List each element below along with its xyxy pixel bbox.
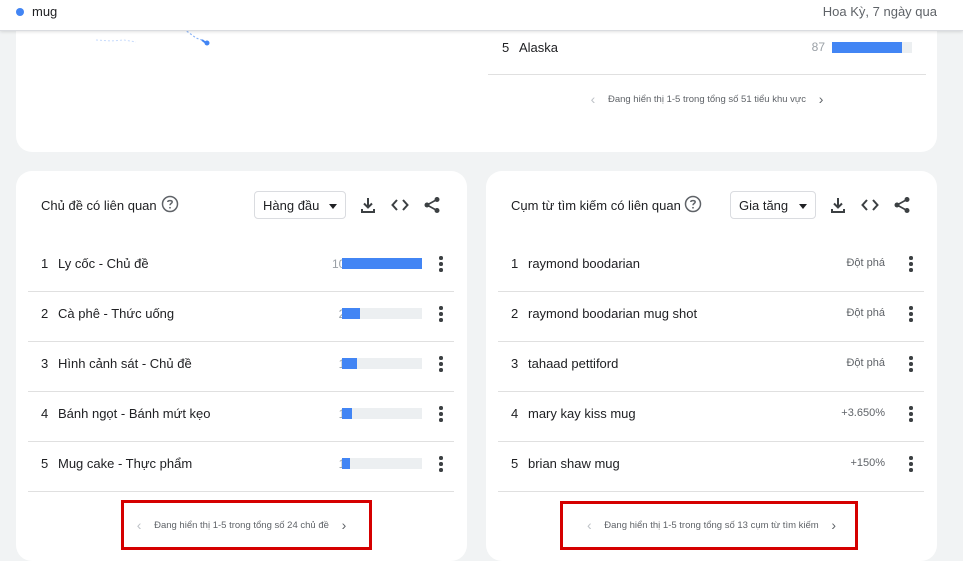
topic-label[interactable]: Ly cốc - Chủ đề: [58, 256, 149, 271]
query-row[interactable]: 4 mary kay kiss mug +3.650%: [498, 391, 924, 442]
share-icon[interactable]: [423, 196, 441, 214]
query-value: Đột phá: [846, 307, 885, 319]
topic-bar-fill: [342, 408, 352, 419]
row-rank: 4: [41, 406, 49, 421]
query-label[interactable]: brian shaw mug: [528, 456, 620, 471]
row-rank: 1: [511, 256, 519, 271]
topic-bar-track: [342, 358, 422, 369]
region-bar-track: [832, 42, 912, 53]
download-icon[interactable]: [359, 196, 377, 214]
topic-row[interactable]: 2 Cà phê - Thức uống 22: [28, 291, 454, 342]
more-options-icon[interactable]: [908, 306, 914, 324]
topic-row[interactable]: 3 Hình cảnh sát - Chủ đề 19: [28, 341, 454, 392]
row-rank: 1: [41, 256, 49, 271]
topic-bar-fill: [342, 458, 350, 469]
related-topics-title: Chủ đề có liên quan: [41, 198, 157, 213]
region-time-label[interactable]: Hoa Kỳ, 7 ngày qua: [823, 4, 937, 19]
region-bar-fill: [832, 42, 902, 53]
query-label[interactable]: mary kay kiss mug: [528, 406, 636, 421]
query-value: Đột phá: [846, 257, 885, 269]
search-term-label: mug: [32, 4, 58, 19]
more-options-icon[interactable]: [908, 356, 914, 374]
region-name[interactable]: Alaska: [519, 40, 558, 55]
region-row[interactable]: 5 Alaska 87: [488, 30, 926, 75]
download-icon[interactable]: [829, 196, 847, 214]
topic-bar-fill: [342, 308, 360, 319]
region-pager: ‹ Đang hiển thị 1-5 trong tổng số 51 tiể…: [488, 87, 926, 111]
topic-label[interactable]: Mug cake - Thực phẩm: [58, 456, 192, 471]
top-bar: mug Hoa Kỳ, 7 ngày qua: [0, 0, 963, 31]
topic-bar-track: [342, 308, 422, 319]
pager-highlight-box: [560, 501, 858, 550]
query-label[interactable]: raymond boodarian: [528, 256, 640, 271]
region-pager-text: Đang hiển thị 1-5 trong tổng số 51 tiểu …: [607, 93, 807, 105]
row-rank: 2: [41, 306, 49, 321]
more-options-icon[interactable]: [908, 256, 914, 274]
more-options-icon[interactable]: [438, 456, 444, 474]
previous-page-icon[interactable]: ‹: [586, 91, 600, 107]
row-rank: 3: [41, 356, 49, 371]
queries-dropdown-value: Gia tăng: [739, 198, 789, 213]
more-options-icon[interactable]: [908, 406, 914, 424]
topics-dropdown-value: Hàng đầu: [263, 198, 320, 213]
more-options-icon[interactable]: [438, 406, 444, 424]
topic-bar-fill: [342, 358, 358, 369]
row-rank: 4: [511, 406, 519, 421]
topic-label[interactable]: Hình cảnh sát - Chủ đề: [58, 356, 192, 371]
query-label[interactable]: tahaad pettiford: [528, 356, 618, 371]
more-options-icon[interactable]: [438, 356, 444, 374]
chevron-down-icon: [799, 204, 807, 209]
query-value: +3.650%: [841, 407, 885, 419]
more-options-icon[interactable]: [438, 256, 444, 274]
query-value: +150%: [850, 457, 885, 469]
more-options-icon[interactable]: [908, 456, 914, 474]
next-page-icon[interactable]: ›: [814, 91, 828, 107]
row-rank: 2: [511, 306, 519, 321]
help-icon[interactable]: [684, 195, 702, 213]
query-row[interactable]: 3 tahaad pettiford Đột phá: [498, 341, 924, 392]
embed-code-icon[interactable]: [391, 196, 409, 214]
query-row[interactable]: 1 raymond boodarian Đột phá: [498, 241, 924, 292]
more-options-icon[interactable]: [438, 306, 444, 324]
related-queries-title: Cụm từ tìm kiếm có liên quan: [511, 198, 681, 213]
term-color-dot: [16, 8, 24, 16]
queries-type-dropdown[interactable]: Gia tăng: [730, 191, 816, 219]
help-icon[interactable]: [161, 195, 179, 213]
topics-type-dropdown[interactable]: Hàng đầu: [254, 191, 346, 219]
topic-row[interactable]: 5 Mug cake - Thực phẩm 10: [28, 441, 454, 492]
topic-bar-fill: [342, 258, 422, 269]
query-row[interactable]: 2 raymond boodarian mug shot Đột phá: [498, 291, 924, 342]
topic-label[interactable]: Cà phê - Thức uống: [58, 306, 174, 321]
embed-code-icon[interactable]: [861, 196, 879, 214]
topic-bar-track: [342, 458, 422, 469]
topic-bar-track: [342, 408, 422, 419]
row-rank: 5: [511, 456, 519, 471]
topic-row[interactable]: 4 Bánh ngọt - Bánh mứt kẹo 12: [28, 391, 454, 442]
topic-row[interactable]: 1 Ly cốc - Chủ đề 100: [28, 241, 454, 292]
pager-highlight-box: [121, 500, 372, 550]
topic-bar-track: [342, 258, 422, 269]
query-value: Đột phá: [846, 357, 885, 369]
row-rank: 3: [511, 356, 519, 371]
region-value: 87: [811, 40, 825, 54]
share-icon[interactable]: [893, 196, 911, 214]
chevron-down-icon: [329, 204, 337, 209]
row-rank: 5: [41, 456, 49, 471]
region-rank: 5: [502, 40, 510, 55]
query-label[interactable]: raymond boodarian mug shot: [528, 306, 697, 321]
query-row[interactable]: 5 brian shaw mug +150%: [498, 441, 924, 492]
topic-label[interactable]: Bánh ngọt - Bánh mứt kẹo: [58, 406, 211, 421]
